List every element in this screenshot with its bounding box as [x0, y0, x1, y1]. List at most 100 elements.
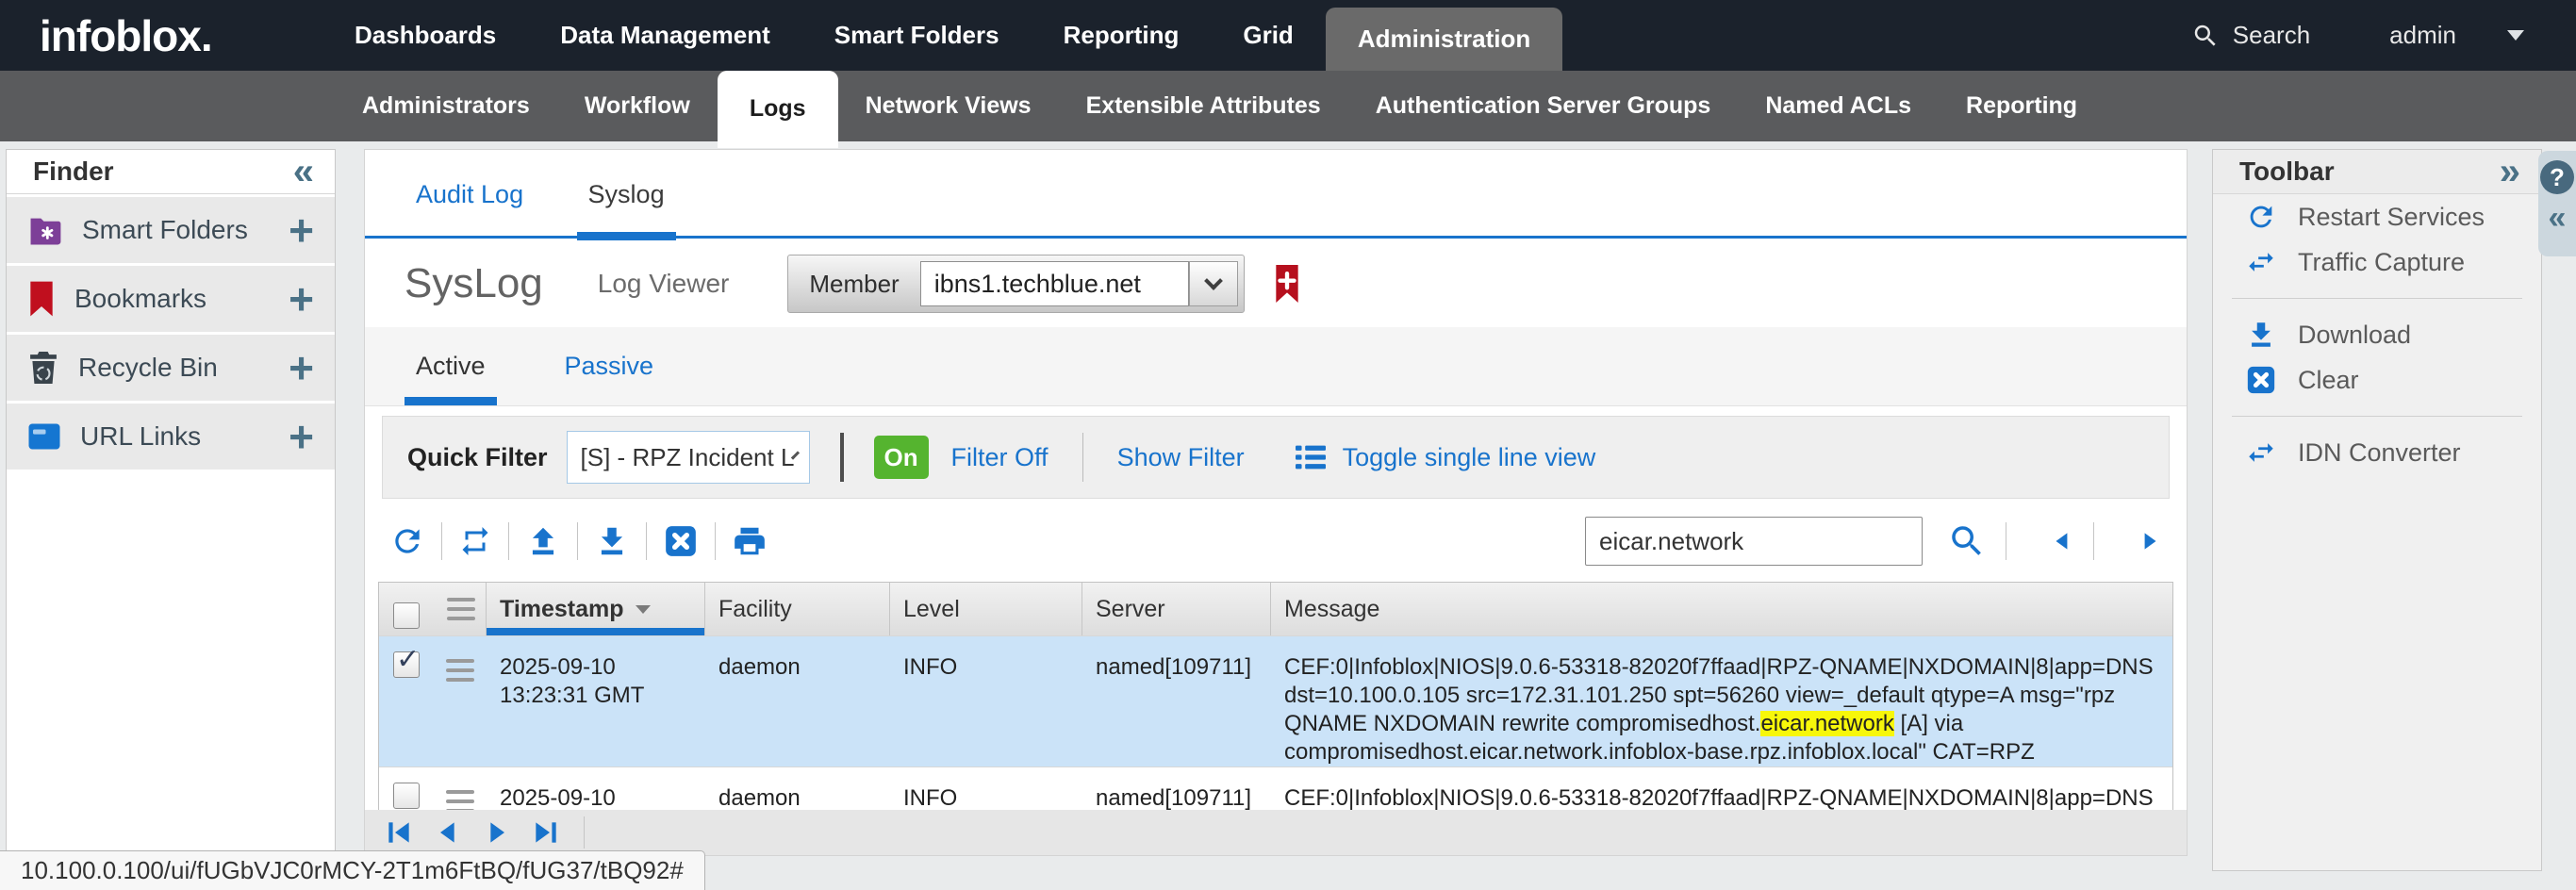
first-page-icon[interactable]	[384, 817, 414, 848]
divider	[2232, 298, 2522, 299]
refresh-icon[interactable]	[389, 523, 425, 559]
table-row[interactable]: 2025-09-10 13:23:31 GMT daemon INFO name…	[379, 635, 2172, 766]
divider	[508, 522, 509, 560]
admin-subnav: Administrators Workflow Logs Network Vie…	[0, 71, 2576, 141]
help-icon[interactable]: ?	[2540, 160, 2574, 194]
member-selector: Member	[787, 255, 1244, 313]
divider	[840, 433, 844, 482]
add-bookmark-button[interactable]: +	[289, 282, 314, 317]
toolbar-item-label: IDN Converter	[2298, 438, 2461, 468]
recycle-bin-icon	[27, 350, 59, 386]
nav-dashboards[interactable]: Dashboards	[322, 0, 528, 71]
toolbar-item-label: Restart Services	[2298, 203, 2485, 232]
next-match-icon[interactable]	[2138, 529, 2162, 553]
topnav-right: Search admin	[2191, 0, 2524, 71]
toolbar-restart-services[interactable]: Restart Services	[2213, 194, 2541, 239]
finder-item-bookmarks[interactable]: Bookmarks +	[7, 266, 335, 332]
subnav-auth-server-groups[interactable]: Authentication Server Groups	[1348, 71, 1739, 141]
toggle-single-line-link[interactable]: Toggle single line view	[1343, 443, 1596, 472]
user-caret-icon[interactable]	[2507, 30, 2524, 41]
add-recycle-button[interactable]: +	[289, 351, 314, 386]
restart-icon	[2245, 201, 2277, 233]
table-search	[1585, 517, 2162, 566]
print-icon[interactable]	[732, 523, 768, 559]
next-page-icon[interactable]	[482, 817, 512, 848]
finder-item-smart-folders[interactable]: Smart Folders +	[7, 197, 335, 263]
nav-smart-folders[interactable]: Smart Folders	[802, 0, 1032, 71]
tab-active[interactable]: Active	[405, 327, 497, 405]
filter-on-button[interactable]: On	[874, 436, 929, 479]
download-icon[interactable]	[594, 523, 630, 559]
quick-filter-value: [S] - RPZ Incident L	[581, 443, 795, 472]
divider	[441, 522, 442, 560]
syslog-main-panel: Audit Log Syslog SysLog Log Viewer Membe…	[364, 149, 2188, 856]
nav-grid[interactable]: Grid	[1211, 0, 1325, 71]
member-dropdown-button[interactable]	[1189, 261, 1238, 306]
member-input[interactable]	[920, 261, 1189, 306]
tab-audit-log[interactable]: Audit Log	[405, 163, 535, 238]
quick-filter-bar: Quick Filter [S] - RPZ Incident L On Fil…	[382, 416, 2170, 499]
user-menu[interactable]: admin	[2389, 21, 2456, 50]
subnav-reporting[interactable]: Reporting	[1939, 71, 2105, 141]
row-checkbox[interactable]	[393, 783, 420, 809]
finder-item-label: Smart Folders	[82, 215, 248, 245]
nav-data-management[interactable]: Data Management	[528, 0, 802, 71]
subnav-workflow[interactable]: Workflow	[557, 71, 718, 141]
col-level[interactable]: Level	[890, 583, 1082, 635]
subnav-named-acls[interactable]: Named ACLs	[1738, 71, 1939, 141]
quick-filter-select[interactable]: [S] - RPZ Incident L	[567, 431, 810, 484]
filter-off-link[interactable]: Filter Off	[951, 443, 1049, 472]
subnav-network-views[interactable]: Network Views	[838, 71, 1059, 141]
prev-page-icon[interactable]	[433, 817, 463, 848]
toolbar-panel: Toolbar » Restart Services Traffic Captu…	[2212, 149, 2542, 871]
toolbar-traffic-capture[interactable]: Traffic Capture	[2213, 239, 2541, 285]
bookmarks-icon	[27, 281, 56, 317]
single-line-view-icon[interactable]	[1294, 442, 1328, 472]
cell-message: CEF:0|Infoblox|NIOS|9.0.6-53318-82020f7f…	[1271, 636, 2172, 766]
col-message[interactable]: Message	[1271, 583, 2172, 635]
tab-passive[interactable]: Passive	[553, 327, 666, 405]
status-bar: 10.100.0.100/ui/fUGbVJC0rMCY-2T1m6FtBQ/f…	[0, 850, 705, 890]
divider	[715, 522, 716, 560]
finder-item-url-links[interactable]: URL Links +	[7, 404, 335, 470]
row-checkbox[interactable]	[393, 651, 420, 678]
divider	[1082, 433, 1083, 482]
drag-column-header	[434, 583, 487, 635]
download-icon	[2245, 319, 2277, 351]
collapse-right-icon[interactable]: »	[2500, 153, 2520, 190]
collapse-left-icon[interactable]: «	[293, 153, 314, 190]
search-icon[interactable]	[2191, 22, 2220, 50]
col-timestamp[interactable]: Timestamp	[487, 583, 705, 635]
toolbar-download[interactable]: Download	[2213, 312, 2541, 357]
nav-administration[interactable]: Administration	[1326, 8, 1562, 71]
col-facility[interactable]: Facility	[705, 583, 890, 635]
add-smart-folder-button[interactable]: +	[289, 213, 314, 248]
nav-reporting[interactable]: Reporting	[1032, 0, 1212, 71]
cell-timestamp: 2025-09-10 13:23:31 GMT	[487, 636, 705, 766]
prev-match-icon[interactable]	[2050, 529, 2074, 553]
toolbar-idn-converter[interactable]: IDN Converter	[2213, 430, 2541, 475]
add-bookmark-flag-icon[interactable]	[1273, 265, 1301, 303]
infoblox-logo[interactable]: infoblox.	[40, 10, 322, 61]
clear-icon[interactable]	[663, 523, 699, 559]
select-all-checkbox[interactable]	[393, 602, 420, 629]
table-search-input[interactable]	[1585, 517, 1923, 566]
subnav-logs[interactable]: Logs	[718, 71, 838, 148]
repeat-icon[interactable]	[458, 524, 492, 558]
toolbar-clear[interactable]: Clear	[2213, 357, 2541, 403]
last-page-icon[interactable]	[531, 817, 561, 848]
show-filter-link[interactable]: Show Filter	[1117, 443, 1245, 472]
subnav-extensible-attributes[interactable]: Extensible Attributes	[1059, 71, 1348, 141]
search-go-icon[interactable]	[1947, 521, 1987, 561]
subnav-administrators[interactable]: Administrators	[335, 71, 557, 141]
finder-item-recycle-bin[interactable]: Recycle Bin +	[7, 335, 335, 401]
upload-icon[interactable]	[525, 523, 561, 559]
add-url-link-button[interactable]: +	[289, 420, 314, 454]
col-server[interactable]: Server	[1082, 583, 1271, 635]
divider	[577, 522, 578, 560]
finder-title: Finder	[33, 157, 114, 187]
collapse-edge-icon[interactable]: «	[2549, 202, 2567, 234]
search-label[interactable]: Search	[2233, 21, 2310, 50]
drag-handle-icon[interactable]	[434, 636, 487, 766]
tab-syslog[interactable]: Syslog	[577, 163, 676, 238]
